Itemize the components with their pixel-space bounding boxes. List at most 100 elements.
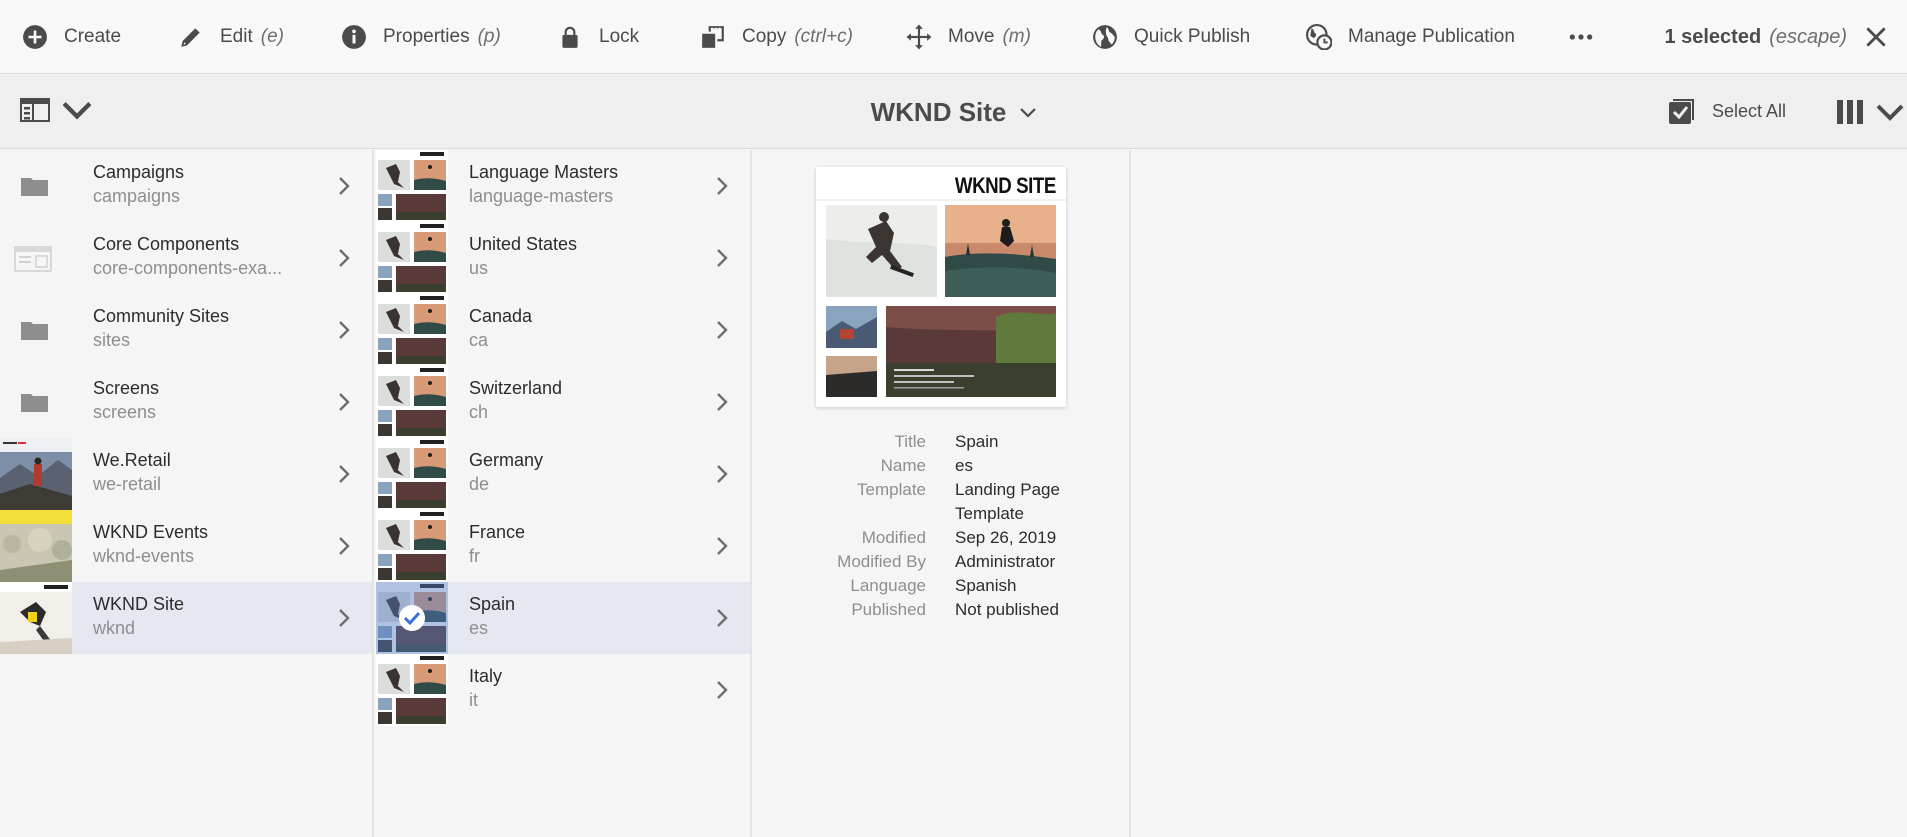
chevron-right-icon[interactable] — [716, 464, 728, 484]
page-thumbnail[interactable] — [376, 294, 448, 366]
property-label: Title — [894, 432, 927, 451]
property-label: Template — [857, 480, 926, 499]
property-value: Landing Page — [955, 480, 1060, 499]
chevron-right-icon[interactable] — [716, 176, 728, 196]
create-button[interactable]: Create — [20, 0, 121, 74]
page-thumbnail[interactable] — [376, 510, 448, 582]
chevron-right-icon[interactable] — [338, 464, 350, 484]
copy-button[interactable]: Copy (ctrl+c) — [698, 0, 853, 74]
select-all-button[interactable]: Select All — [1668, 97, 1786, 125]
site-title-dropdown[interactable]: WKND Site — [871, 97, 1037, 128]
column-view-icon — [1837, 100, 1863, 124]
create-label: Create — [64, 26, 122, 47]
list-item[interactable]: Core Components core-components-exa... — [0, 222, 372, 294]
page-thumbnail[interactable] — [376, 366, 448, 438]
item-title: France — [469, 522, 526, 542]
chevron-right-icon[interactable] — [716, 248, 728, 268]
globe-clock-icon — [1304, 22, 1334, 52]
wknd-site-thumbnail — [0, 582, 72, 654]
item-title: United States — [469, 234, 578, 254]
quick-publish-button[interactable]: Quick Publish — [1090, 0, 1250, 74]
chevron-right-icon[interactable] — [338, 608, 350, 628]
item-name: es — [469, 618, 489, 638]
list-item[interactable]: We.Retail we-retail — [0, 438, 372, 510]
property-row: Language Spanish — [754, 576, 1131, 600]
more-actions-button[interactable] — [1566, 0, 1610, 74]
list-item-selected[interactable]: WKND Site wknd — [0, 582, 372, 654]
view-switcher[interactable] — [1836, 99, 1904, 125]
item-name: wknd — [93, 618, 136, 638]
selected-count: 1 selected — [1664, 25, 1762, 48]
page-thumbnail[interactable] — [376, 582, 448, 654]
list-item[interactable]: Community Sites sites — [0, 294, 372, 366]
folder-icon — [21, 322, 48, 340]
page-thumbnail[interactable] — [376, 654, 448, 726]
info-icon — [339, 22, 369, 52]
item-title: Community Sites — [93, 306, 230, 326]
chevron-right-icon[interactable] — [338, 320, 350, 340]
chevron-right-icon[interactable] — [338, 176, 350, 196]
properties-shortcut: (p) — [477, 26, 501, 47]
item-name: fr — [469, 546, 480, 566]
list-item[interactable]: Campaigns campaigns — [0, 150, 372, 222]
property-row: Title Spain — [754, 432, 1131, 456]
page-title: WKND Site — [870, 97, 1007, 127]
property-value: es — [955, 456, 973, 475]
item-name: us — [469, 258, 489, 278]
list-item[interactable]: France fr — [376, 510, 750, 582]
page-preview-thumbnail: WKND SITE — [816, 167, 1066, 407]
property-row: Modified Sep 26, 2019 — [754, 528, 1131, 552]
globe-icon — [1090, 22, 1120, 52]
chevron-right-icon[interactable] — [338, 248, 350, 268]
property-row: Template — [754, 504, 1131, 528]
property-label: Language — [850, 576, 926, 595]
edit-shortcut: (e) — [260, 26, 284, 47]
list-item[interactable]: United States us — [376, 222, 750, 294]
list-item[interactable]: Canada ca — [376, 294, 750, 366]
list-item[interactable]: Language Masters language-masters — [376, 150, 750, 222]
page-thumbnail[interactable] — [376, 150, 448, 222]
page-thumbnail[interactable] — [376, 438, 448, 510]
pencil-icon — [176, 22, 206, 52]
item-name: sites — [93, 330, 131, 350]
add-circle-icon — [20, 22, 50, 52]
list-item[interactable]: Switzerland ch — [376, 366, 750, 438]
column-empty — [1133, 150, 1907, 837]
chevron-right-icon[interactable] — [338, 392, 350, 412]
lock-button[interactable]: Lock — [555, 0, 639, 74]
chevron-right-icon[interactable] — [338, 536, 350, 556]
list-item[interactable]: Germany de — [376, 438, 750, 510]
list-item[interactable]: Italy it — [376, 654, 750, 726]
copy-label: Copy — [742, 26, 787, 47]
chevron-right-icon[interactable] — [716, 320, 728, 340]
move-button[interactable]: Move (m) — [904, 0, 1031, 74]
property-value: Template — [955, 504, 1024, 523]
chevron-right-icon[interactable] — [716, 392, 728, 412]
page-title-area: WKND Site — [0, 97, 1907, 128]
item-name: screens — [93, 402, 157, 422]
chevron-right-icon[interactable] — [716, 608, 728, 628]
page-thumbnail[interactable] — [376, 222, 448, 294]
chevron-right-icon[interactable] — [716, 536, 728, 556]
property-label: Modified By — [837, 552, 926, 571]
we-retail-thumbnail — [0, 438, 72, 510]
column-wknd-site: Language Masters language-masters United… — [376, 150, 752, 837]
edit-button[interactable]: Edit (e) — [176, 0, 284, 74]
action-bar: Create Edit (e) Properties (p) Lock Copy… — [0, 0, 1907, 74]
preview-logo: WKND SITE — [954, 173, 1057, 198]
property-row: Name es — [754, 456, 1131, 480]
lock-icon — [555, 22, 585, 52]
chevron-right-icon[interactable] — [716, 680, 728, 700]
properties-button[interactable]: Properties (p) — [339, 0, 501, 74]
property-row: Published Not published — [754, 600, 1131, 624]
item-name: language-masters — [469, 186, 614, 206]
list-item[interactable]: Screens screens — [0, 366, 372, 438]
close-icon[interactable] — [1863, 24, 1889, 50]
item-title: WKND Site — [93, 594, 185, 614]
column-root: Campaigns campaigns Core Components core… — [0, 150, 374, 837]
side-panel-icon — [20, 98, 50, 122]
manage-publication-button[interactable]: Manage Publication — [1304, 0, 1515, 74]
list-item[interactable]: WKND Events wknd-events — [0, 510, 372, 582]
rail-toggle-button[interactable] — [20, 97, 92, 123]
list-item-selected[interactable]: Spain es — [376, 582, 750, 654]
